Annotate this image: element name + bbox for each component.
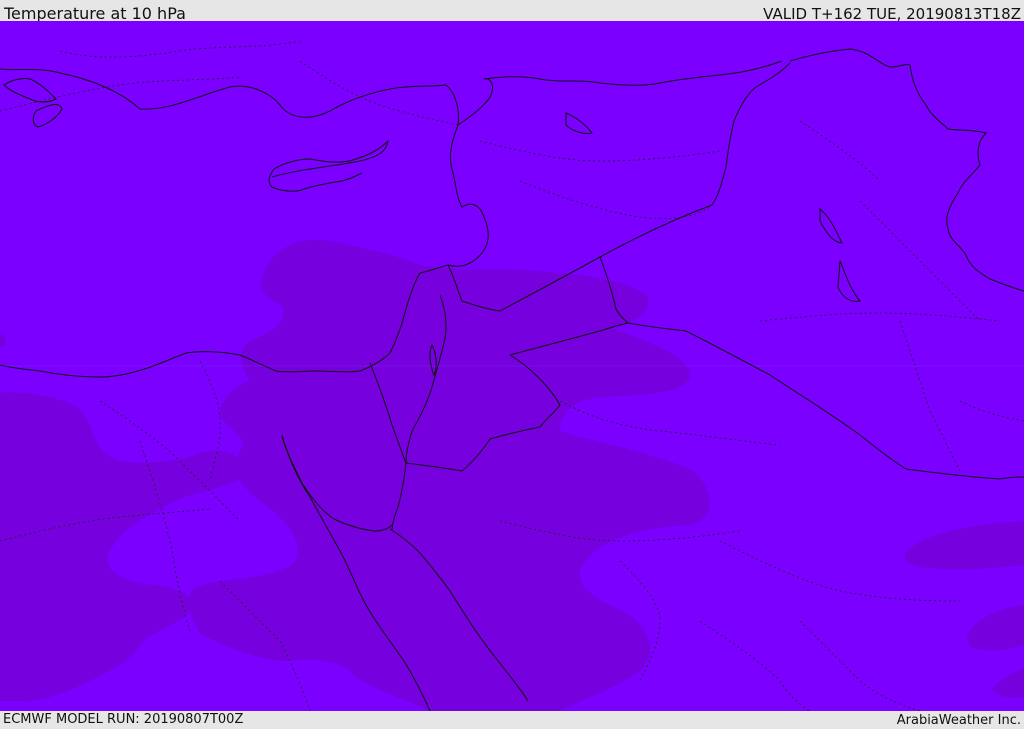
model-run-label: ECMWF MODEL RUN: 20190807T00Z — [3, 712, 244, 727]
footer-bar: ECMWF MODEL RUN: 20190807T00Z ArabiaWeat… — [0, 711, 1024, 729]
temperature-map[interactable] — [0, 21, 1024, 711]
map-canvas — [0, 21, 1024, 711]
credit-label: ArabiaWeather Inc. — [896, 713, 1021, 728]
header-bar: Temperature at 10 hPa VALID T+162 TUE, 2… — [0, 0, 1024, 23]
